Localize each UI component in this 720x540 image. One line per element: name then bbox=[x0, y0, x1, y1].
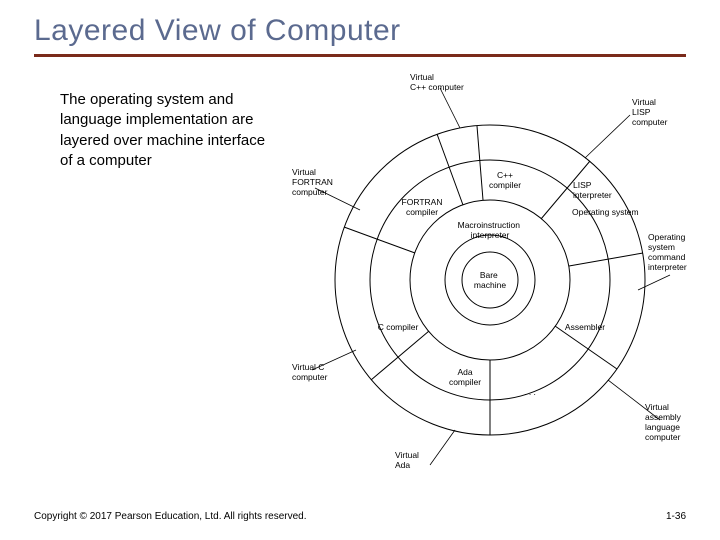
out-lisp: VirtualLISPcomputer bbox=[632, 97, 668, 127]
seg-fortran: FORTRANcompiler bbox=[402, 197, 443, 217]
seg-os: Operating system bbox=[572, 207, 639, 217]
seg-ada: Adacompiler bbox=[449, 367, 481, 387]
seg-asm: Assembler bbox=[565, 322, 605, 332]
out-asm: Virtualassemblylanguagecomputer bbox=[645, 402, 682, 442]
copyright-text: Copyright © 2017 Pearson Education, Ltd.… bbox=[34, 511, 307, 522]
out-cpp: VirtualC++ computer bbox=[410, 72, 464, 92]
out-os: Operatingsystemcommandinterpreter bbox=[648, 232, 687, 272]
dots: . . . bbox=[524, 387, 536, 397]
slide-title: Layered View of Computer bbox=[0, 0, 720, 54]
slide-footer: Copyright © 2017 Pearson Education, Ltd.… bbox=[34, 511, 686, 522]
center-label: Bare machine bbox=[474, 270, 506, 290]
seg-c: C compiler bbox=[378, 322, 419, 332]
title-rule bbox=[34, 54, 686, 57]
out-c: Virtual Ccomputer bbox=[292, 362, 328, 382]
page-number: 1-36 bbox=[666, 511, 686, 522]
out-fortran: VirtualFORTRANcomputer bbox=[292, 167, 333, 197]
layered-diagram: Bare machine Macroinstruction interprete… bbox=[290, 70, 690, 470]
seg-cpp: C++compiler bbox=[489, 170, 521, 190]
seg-lisp: LISPinterpreter bbox=[573, 180, 612, 200]
ring1-label: Macroinstruction interpreter bbox=[458, 220, 523, 240]
slide-body-text: The operating system and language implem… bbox=[60, 90, 270, 171]
out-ada: VirtualAdacomputer bbox=[395, 450, 431, 470]
